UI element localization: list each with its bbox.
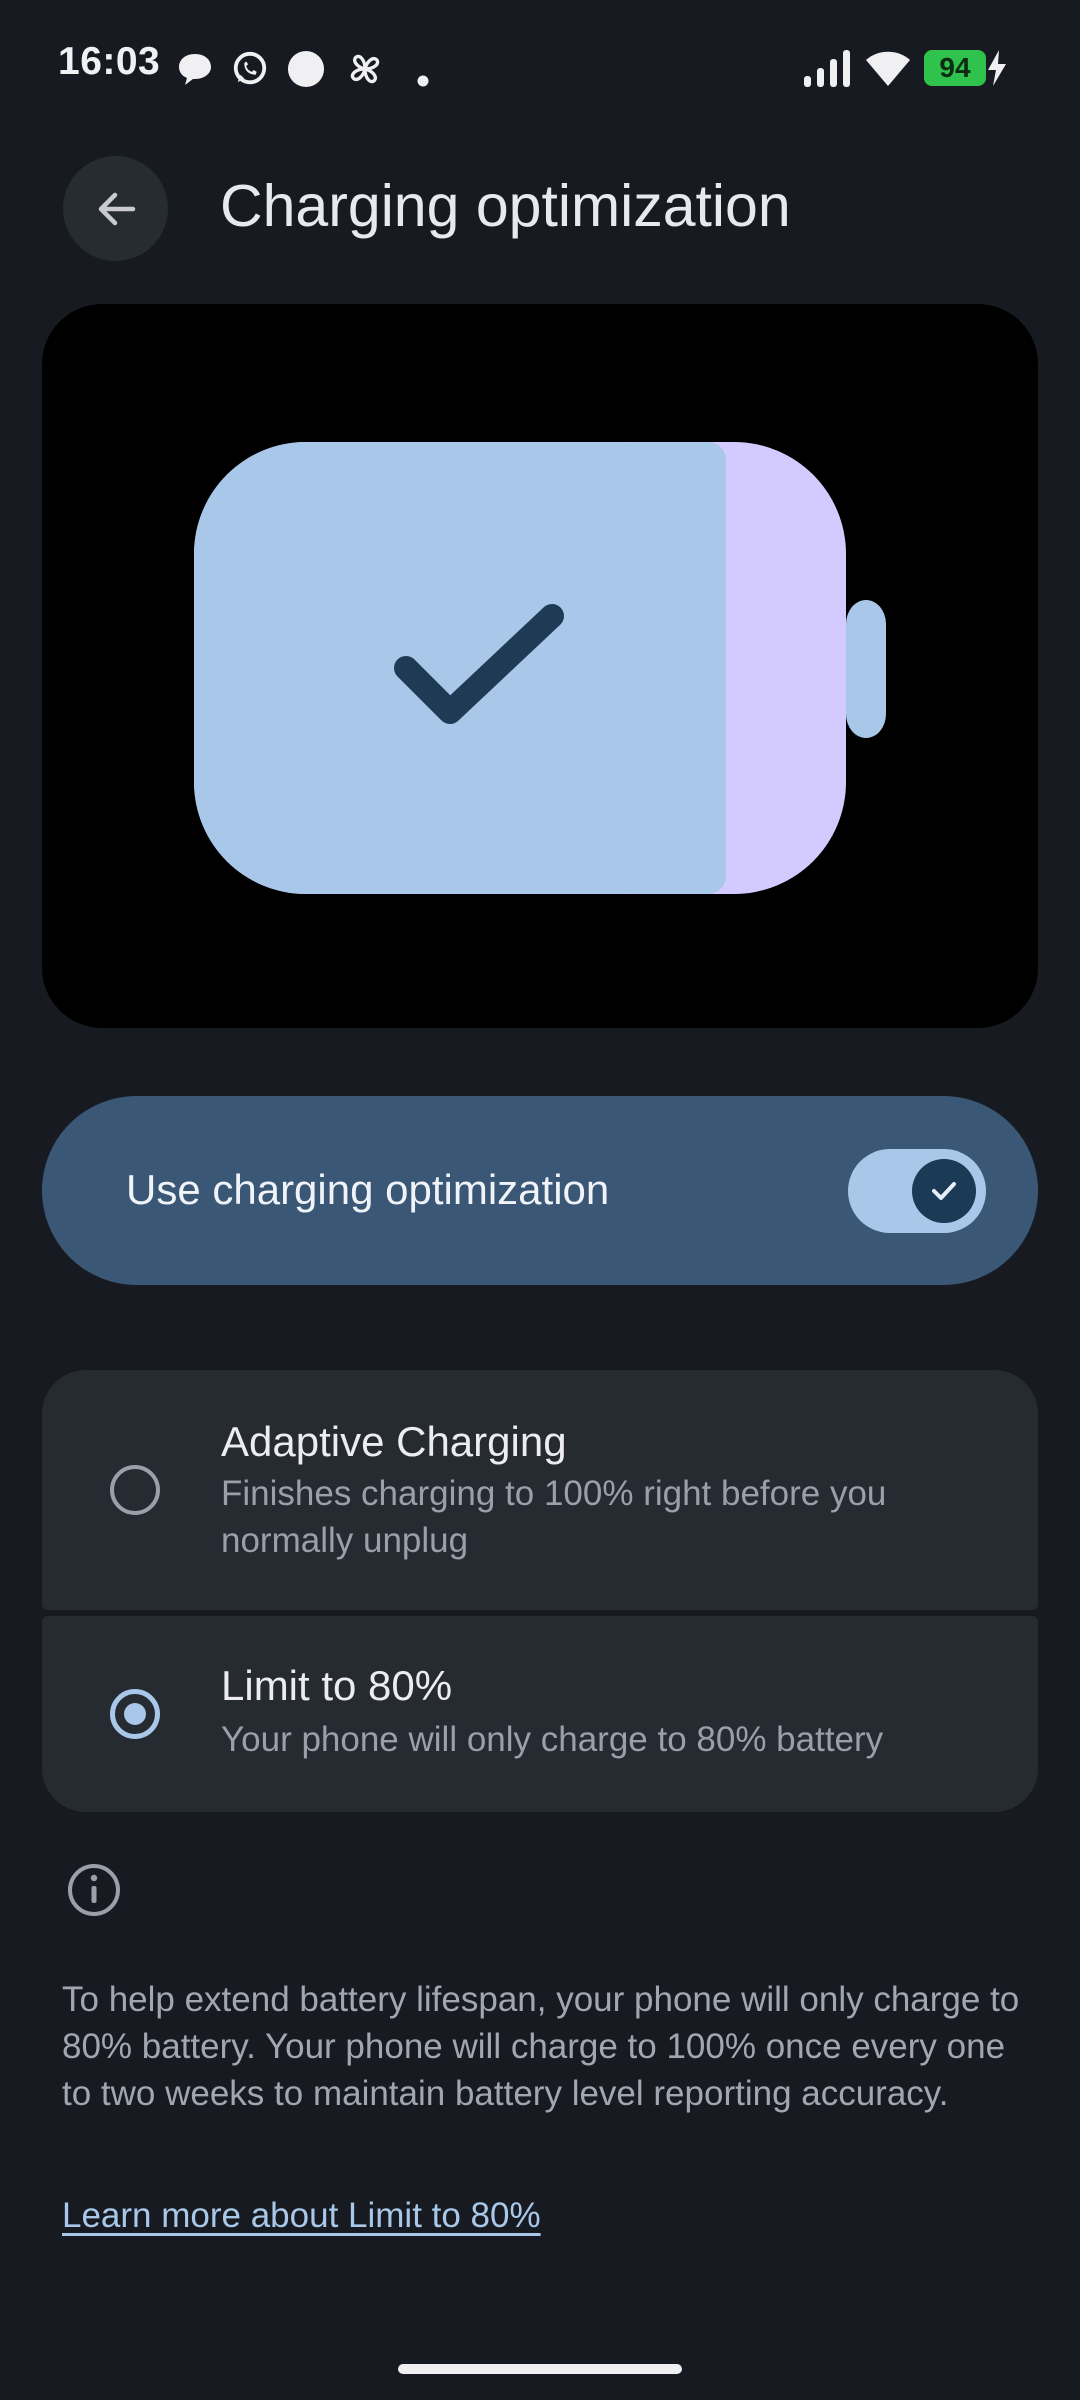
info-description: To help extend battery lifespan, your ph…: [62, 1980, 1020, 2113]
option-limit-80[interactable]: Limit to 80% Your phone will only charge…: [42, 1616, 1038, 1812]
back-button[interactable]: [63, 156, 168, 261]
chat-bubble-icon: [179, 54, 211, 85]
wifi-icon: [866, 51, 910, 86]
option-subtitle: Your phone will only charge to 80% batte…: [221, 1720, 884, 1759]
status-bar: 16:03 94: [0, 0, 1080, 135]
switch-thumb: [912, 1159, 976, 1223]
radio-selected-icon[interactable]: [110, 1689, 160, 1739]
charging-optimization-screen: 16:03 94 Charging optimization Use charg…: [0, 0, 1080, 2400]
toggle-switch[interactable]: [848, 1149, 986, 1233]
battery-illustration: [42, 304, 1038, 1028]
learn-more-link[interactable]: Learn more about Limit to 80%: [62, 2196, 541, 2236]
option-title: Limit to 80%: [221, 1662, 453, 1709]
page-title: Charging optimization: [220, 173, 791, 239]
whatsapp-icon: [233, 51, 267, 85]
home-indicator[interactable]: [398, 2364, 682, 2374]
signal-icon: [804, 50, 850, 87]
toggle-label: Use charging optimization: [126, 1166, 610, 1213]
use-charging-optimization-toggle[interactable]: Use charging optimization: [42, 1096, 1038, 1285]
check-icon: [932, 1182, 956, 1200]
status-time: 16:03: [58, 40, 161, 83]
battery-check-icon: [194, 442, 886, 894]
arrow-back-icon: [98, 192, 135, 225]
battery-level: 94: [939, 52, 971, 83]
option-title: Adaptive Charging: [221, 1418, 567, 1465]
dot-icon: [417, 75, 429, 87]
radio-unselected-icon[interactable]: [110, 1465, 160, 1515]
option-adaptive-charging[interactable]: Adaptive Charging Finishes charging to 1…: [42, 1370, 1038, 1610]
option-subtitle: Finishes charging to 100% right before y…: [221, 1474, 887, 1560]
battery-icon: 94: [924, 50, 986, 86]
circle-icon: [287, 50, 325, 88]
pinwheel-icon: [350, 54, 380, 84]
charging-bolt-icon: [988, 50, 1006, 86]
info-icon: [68, 1864, 120, 1916]
